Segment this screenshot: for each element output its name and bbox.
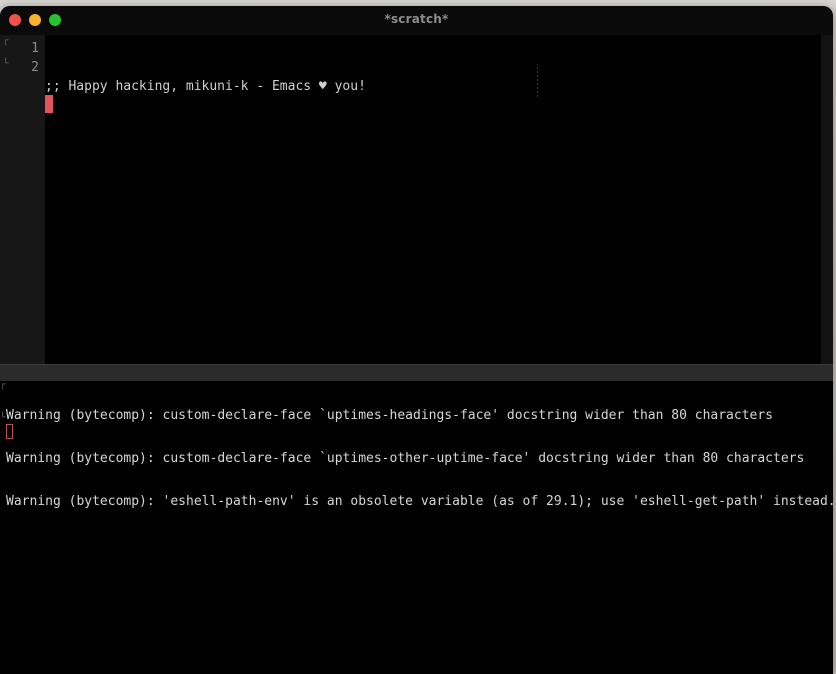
fill-column-indicator [537, 67, 538, 98]
emacs-window: *scratch* ┌ └ 1 2 ;; Happy hacking, miku… [0, 6, 833, 674]
text-cursor [45, 95, 53, 113]
scratch-line-numbers: 1 2 [0, 39, 39, 77]
line-number: 1 [0, 39, 39, 58]
scratch-buffer-window[interactable]: ┌ └ 1 2 ;; Happy hacking, mikuni-k - Ema… [0, 35, 833, 365]
scratch-buffer-text[interactable]: ;; Happy hacking, mikuni-k - Emacs ♥ you… [45, 39, 833, 191]
compile-log-window[interactable]: ┌ └ Warning (bytecomp): custom-declare-f… [0, 381, 833, 674]
scratch-line-2 [45, 134, 833, 153]
emacs-frame: ┌ └ 1 2 ;; Happy hacking, mikuni-k - Ema… [0, 35, 833, 674]
compile-log-line: Warning (bytecomp): custom-declare-face … [6, 452, 833, 466]
compile-log-line: Warning (bytecomp): custom-declare-face … [6, 409, 833, 423]
compile-log-text[interactable]: Warning (bytecomp): custom-declare-face … [6, 381, 833, 537]
window-title: *scratch* [0, 12, 833, 26]
left-fringe: ┌ └ [0, 35, 9, 365]
scratch-line-1: ;; Happy hacking, mikuni-k - Emacs ♥ you… [45, 77, 833, 96]
line-number: 2 [0, 58, 39, 77]
compile-log-line: Warning (bytecomp): 'eshell-path-env' is… [6, 495, 833, 509]
compile-log-cursor [6, 424, 13, 439]
window-titlebar[interactable]: *scratch* [0, 6, 833, 35]
line-number-gutter: ┌ └ 1 2 [0, 35, 45, 365]
